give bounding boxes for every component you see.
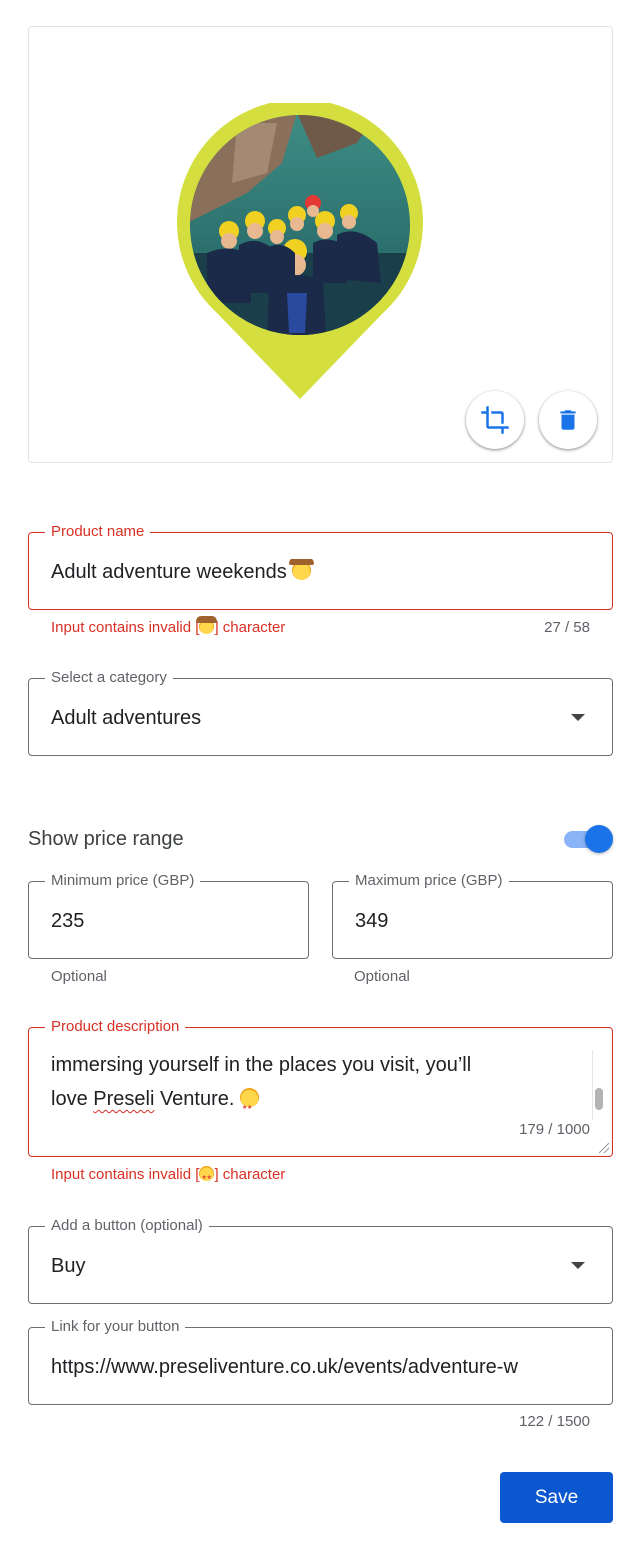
min-price-label: Minimum price (GBP) xyxy=(45,872,201,890)
product-name-counter: 27 / 58 xyxy=(544,619,590,636)
button-type-value: Buy xyxy=(51,1255,86,1277)
cowboy-emoji-icon xyxy=(289,559,315,580)
star-struck-emoji-icon xyxy=(240,1088,260,1125)
price-range-toggle-label: Show price range xyxy=(28,828,184,850)
description-scrollbar[interactable] xyxy=(592,1050,603,1120)
description-error: Input contains invalid [] character xyxy=(51,1166,285,1187)
button-type-select[interactable]: Add a button (optional) Buy xyxy=(28,1217,613,1304)
button-link-counter: 122 / 1500 xyxy=(519,1413,590,1430)
chevron-down-icon xyxy=(571,1262,585,1269)
description-counter: 179 / 1000 xyxy=(519,1121,590,1138)
product-name-label: Product name xyxy=(45,523,151,541)
max-price-label: Maximum price (GBP) xyxy=(349,872,509,890)
button-link-field[interactable]: Link for your button https://www.preseli… xyxy=(28,1318,613,1405)
trash-icon xyxy=(560,410,576,430)
cowboy-emoji-icon xyxy=(196,616,218,634)
product-description-label: Product description xyxy=(45,1018,186,1036)
min-price-value: 235 xyxy=(51,910,85,932)
max-price-value: 349 xyxy=(355,910,389,932)
product-description-field[interactable]: Product description immersing yourself i… xyxy=(28,1018,613,1157)
button-link-label: Link for your button xyxy=(45,1318,186,1336)
scrollbar-thumb[interactable] xyxy=(595,1088,603,1110)
star-struck-emoji-icon xyxy=(199,1166,215,1187)
product-photo-pin xyxy=(177,103,423,399)
max-price-helper: Optional xyxy=(354,968,410,985)
max-price-field[interactable]: Maximum price (GBP) 349 xyxy=(332,872,613,959)
min-price-field[interactable]: Minimum price (GBP) 235 xyxy=(28,872,309,959)
product-name-field[interactable]: Product name Adult adventure weekends xyxy=(28,523,613,610)
product-name-input[interactable]: Adult adventure weekends xyxy=(51,559,592,585)
crop-button[interactable] xyxy=(466,391,524,449)
misspelled-word: Preseli xyxy=(93,1088,155,1110)
resize-handle-icon[interactable] xyxy=(599,1143,609,1153)
category-label: Select a category xyxy=(45,669,173,687)
category-select[interactable]: Select a category Adult adventures xyxy=(28,669,613,756)
crop-icon xyxy=(481,406,509,434)
button-link-input[interactable]: https://www.preseliventure.co.uk/events/… xyxy=(51,1354,592,1380)
product-description-textarea[interactable]: immersing yourself in the places you vis… xyxy=(51,1048,591,1125)
min-price-helper: Optional xyxy=(51,968,107,985)
chevron-down-icon xyxy=(571,714,585,721)
description-line-2: love Preseli Venture. xyxy=(51,1082,591,1125)
description-line-1: immersing yourself in the places you vis… xyxy=(51,1054,472,1076)
product-name-value: Adult adventure weekends xyxy=(51,561,287,583)
delete-button[interactable] xyxy=(539,391,597,449)
button-type-label: Add a button (optional) xyxy=(45,1217,209,1235)
product-name-error: Input contains invalid [] character xyxy=(51,616,286,636)
save-button[interactable]: Save xyxy=(500,1472,613,1523)
image-card xyxy=(28,26,613,463)
category-value: Adult adventures xyxy=(51,707,202,729)
toggle-thumb xyxy=(585,825,613,853)
price-range-toggle[interactable] xyxy=(562,824,614,854)
